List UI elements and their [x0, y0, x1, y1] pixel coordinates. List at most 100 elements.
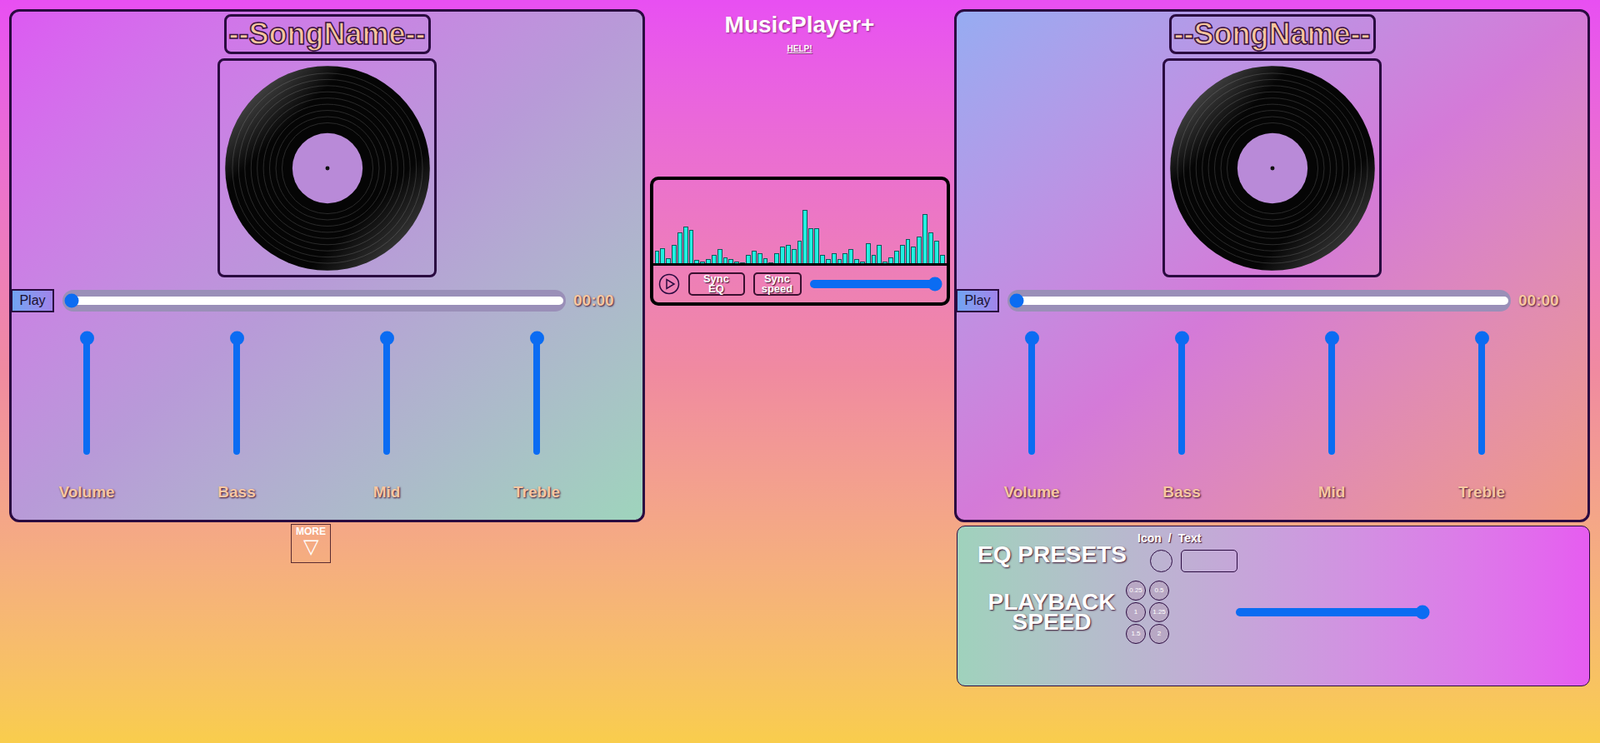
slider-thumb[interactable] [65, 294, 80, 309]
visualizer-bar [751, 250, 757, 264]
vinyl-record-icon [1169, 65, 1376, 272]
center-column: MusicPlayer+HELP! Sync EQ Sync speed [645, 9, 955, 743]
slider-thumb[interactable] [230, 330, 245, 345]
slider-thumb[interactable] [80, 330, 95, 345]
play-button[interactable]: Play [10, 289, 55, 313]
slider-thumb[interactable] [380, 330, 395, 345]
sync-button[interactable]: Sync EQ [688, 272, 745, 296]
more-button[interactable]: MORE▽ [290, 524, 331, 564]
album-art [217, 58, 437, 278]
visualizer-bar [671, 245, 677, 264]
visualizer-bar [876, 245, 882, 264]
visualizer-bar [677, 232, 683, 264]
visualizer-bar [928, 232, 934, 264]
presets-panel: EQ PRESETSIcon/TextPLAYBACK SPEED0.250.5… [956, 525, 1590, 687]
eq-slider[interactable] [1475, 331, 1490, 455]
visualizer-bar [894, 250, 900, 264]
app-title: MusicPlayer+ [725, 7, 875, 43]
sync-button[interactable]: Sync speed [753, 272, 802, 296]
slider-thumb[interactable] [530, 330, 545, 345]
visualizer-bar [711, 255, 717, 264]
visualizer-bar [820, 255, 825, 264]
play-circle-icon[interactable] [658, 273, 680, 295]
visualizer-bar [797, 240, 803, 264]
visualizer-bar [940, 255, 945, 264]
album-art [1162, 58, 1382, 278]
progress-slider[interactable] [1010, 292, 1509, 310]
slider-thumb[interactable] [1325, 330, 1340, 345]
eq-slider[interactable] [1175, 331, 1190, 455]
visualizer-bar [660, 248, 665, 264]
visualizer-bar [916, 236, 922, 264]
slider-label: Bass [217, 480, 255, 505]
visualizer-bar [785, 245, 791, 264]
visualizer-bar [757, 253, 763, 264]
playback-row: Play 00:00 [11, 289, 643, 314]
crossfader-slider[interactable] [810, 275, 942, 293]
time-label: 00:00 [573, 289, 615, 314]
song-name: --SongName-- [1169, 14, 1376, 55]
speed-button[interactable]: 1 [1125, 602, 1146, 623]
speed-button[interactable]: 0.25 [1125, 580, 1146, 601]
visualizer-bar [808, 228, 814, 264]
slider-label: Treble [513, 480, 560, 505]
slider-label: Volume [58, 480, 115, 505]
deck-panel: --SongName-- Play 00:00 Volume Bass Mid Treble [954, 9, 1590, 523]
visualizer-bar [683, 226, 689, 264]
icon-preset-button[interactable] [1150, 550, 1173, 573]
eq-slider[interactable] [1325, 331, 1340, 455]
help-link[interactable]: HELP! [787, 42, 813, 55]
vinyl-record-icon [224, 65, 431, 272]
visualizer-bar [802, 210, 808, 264]
speed-button[interactable]: 0.5 [1149, 580, 1170, 601]
speed-slider[interactable] [1235, 604, 1430, 621]
eq-sliders: Volume Bass Mid Treble [956, 331, 1588, 505]
eq-slider[interactable] [530, 331, 545, 455]
slider-thumb[interactable] [1175, 330, 1190, 345]
visualizer-bar [865, 243, 871, 264]
progress-slider[interactable] [65, 292, 564, 310]
visualizer-bar [774, 253, 780, 264]
visualizer-bar [871, 255, 877, 264]
eq-slider[interactable] [1025, 331, 1040, 455]
visualizer-bar [831, 253, 837, 264]
text-preset-button[interactable] [1180, 550, 1238, 573]
speed-button[interactable]: 1.5 [1125, 624, 1146, 645]
slider-thumb[interactable] [1475, 330, 1490, 345]
visualizer-bar [842, 253, 848, 264]
visualizer-chart [653, 180, 947, 264]
left-column: --SongName--Play00:00VolumeBassMidTreble… [9, 9, 645, 743]
slider-label: Volume [1003, 480, 1060, 505]
slider-thumb[interactable] [1415, 605, 1430, 620]
deck-panel: --SongName--Play00:00VolumeBassMidTreble [9, 9, 645, 523]
visualizer-bar [848, 249, 854, 264]
visualizer-bar [791, 249, 797, 264]
visualizer-bar [905, 239, 911, 264]
eq-sliders: Volume Bass Mid Treble [11, 331, 643, 505]
eq-slider[interactable] [230, 331, 245, 455]
visualizer-bar [655, 250, 660, 264]
slider-label: Mid [373, 480, 401, 505]
play-button[interactable]: Play [955, 289, 1000, 313]
slider-label: Bass [1162, 480, 1200, 505]
visualizer-bar [900, 245, 905, 264]
visualizer-bar [888, 257, 894, 264]
visualizer-bar [689, 230, 695, 264]
slider-label: Treble [1458, 480, 1505, 505]
speed-button[interactable]: 1.25 [1149, 602, 1170, 623]
slider-thumb[interactable] [1010, 294, 1025, 309]
mixer-controls: Sync EQ Sync speed [653, 265, 947, 303]
slider-thumb[interactable] [1025, 330, 1040, 345]
eq-slider[interactable] [380, 331, 395, 455]
time-label: 00:00 [1518, 289, 1560, 314]
right-column: --SongName-- Play 00:00 Volume Bass Mid Treble… [954, 9, 1590, 743]
visualizer-bar [780, 246, 785, 264]
eq-slider[interactable] [80, 331, 95, 455]
slider-thumb[interactable] [927, 277, 942, 292]
music-player-page: --SongName-- Play 00:00 Volume Bass Mid Treble… [0, 0, 1600, 743]
slider-label: Mid [1318, 480, 1346, 505]
eq-presets-title: EQ PRESETS [977, 537, 1136, 573]
visualizer-bar [922, 214, 928, 264]
speed-button[interactable]: 2 [1149, 624, 1170, 645]
visualizer-bar [723, 257, 729, 264]
